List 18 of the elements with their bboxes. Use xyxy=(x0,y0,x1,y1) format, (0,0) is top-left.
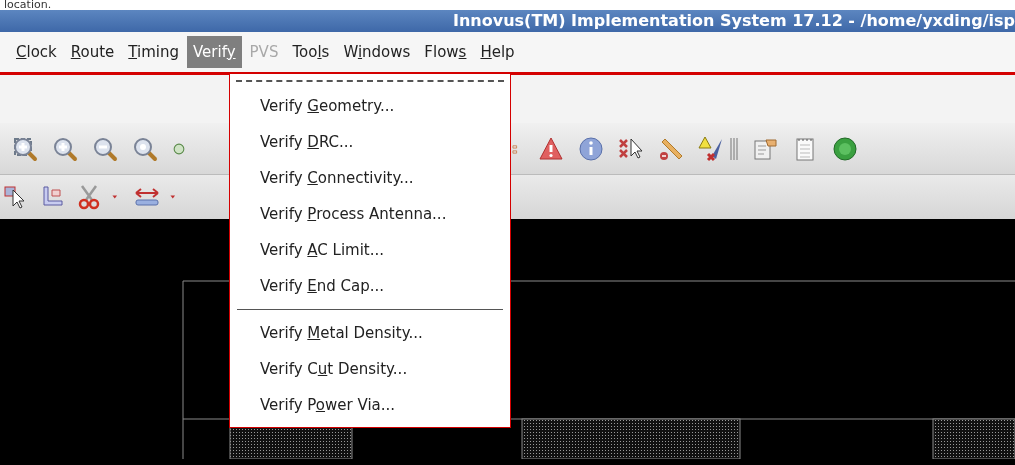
menu-option[interactable]: Verify Power Via... xyxy=(230,387,510,423)
menu-option[interactable]: Verify Cut Density... xyxy=(230,351,510,387)
menu-item[interactable]: Flows xyxy=(418,35,473,69)
menu-option[interactable]: Verify Metal Density... xyxy=(230,315,510,351)
menu-item[interactable]: Clock xyxy=(10,35,63,69)
menu-item[interactable]: Windows xyxy=(337,35,417,69)
menu-item[interactable]: Timing xyxy=(122,35,185,69)
menu-option[interactable]: Verify DRC... xyxy=(230,124,510,160)
page-caption: location. xyxy=(4,0,52,10)
menu-item[interactable]: Tools xyxy=(286,35,336,69)
menu-item[interactable]: Help xyxy=(474,35,521,69)
menu-option[interactable]: Verify AC Limit... xyxy=(230,232,510,268)
menu-option[interactable]: Verify Connectivity... xyxy=(230,160,510,196)
menu-option[interactable]: Verify Process Antenna... xyxy=(230,196,510,232)
window-title: Innovus(TM) Implementation System 17.12 - /home/yxding/isp xyxy=(452,11,1015,31)
menu-item[interactable]: Verify xyxy=(187,35,242,69)
menu-item[interactable]: Route xyxy=(64,35,121,69)
menu-option[interactable]: Verify End Cap... xyxy=(230,268,510,304)
